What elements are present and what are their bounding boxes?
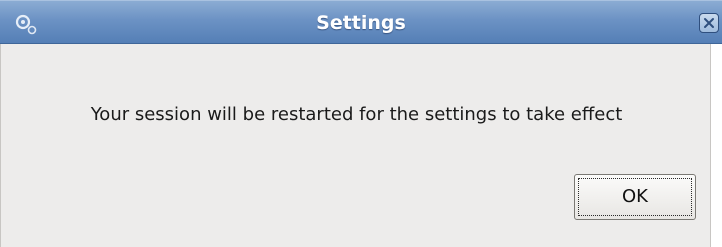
title-bar[interactable]: Settings — [0, 0, 722, 44]
close-button[interactable] — [699, 13, 719, 33]
settings-dialog-window: Settings Your session will be restarted … — [0, 0, 722, 247]
dialog-message: Your session will be restarted for the s… — [90, 104, 623, 125]
dialog-body: Your session will be restarted for the s… — [0, 44, 711, 247]
ok-button[interactable]: OK — [574, 174, 696, 220]
window-title: Settings — [316, 12, 406, 34]
close-icon — [704, 18, 714, 28]
ok-button-label: OK — [578, 178, 692, 216]
